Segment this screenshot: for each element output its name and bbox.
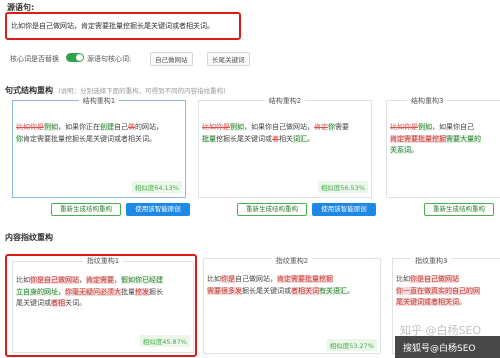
regenerate-structure-button[interactable]: 重新生成结构重构 (424, 203, 494, 216)
card-text: 比如你是例如，如果你自己 肯定需要批量挖掘需要大量的 关系词。 (390, 123, 481, 154)
use-smart-original-button[interactable]: 使用该智能原创 (312, 203, 376, 216)
fingerprint-section-title: 内容指纹重构 (5, 233, 53, 242)
similarity-label: 相似度53.27% (326, 339, 377, 351)
source-sentence: 比如你是自己做网站，肯定需要批量挖掘长尾关键词或者相关词。 (11, 22, 214, 30)
card-header: 结构重构3 (407, 97, 448, 105)
structure-card-1[interactable]: 结构重构1 比如你是例如，如果你正在创建自己做的网站， 你肯定需要批量挖掘长尾关… (12, 97, 186, 198)
card-header: 指纹重构2 (271, 257, 313, 265)
similarity-label: 相似度56.53% (317, 181, 368, 193)
card-text: 比如你是自己做网站，肯定需要批量挖掘 需要很多发掘长尾关键词或者相关词有关语汇。 (207, 275, 354, 295)
toggle-knob (76, 54, 83, 61)
syntax-section-header: 句式结构重构 (说明：分别选择下面的重构，可得到不同的内容指纹重构) (5, 78, 226, 97)
similarity-label: 相似度64.13% (131, 181, 182, 193)
card-text: 比如你是例如，如果你正在创建自己做的网站， 你肯定需要批量挖掘长尾关键词或者相关… (16, 123, 163, 143)
sohu-watermark-bar: 搜狐号@白杨SEO (395, 336, 500, 358)
structure-card-3[interactable]: 结构重构3 比如你是例如，如果你自己 肯定需要批量挖掘需要大量的 关系词。 (386, 97, 500, 198)
use-smart-original-button[interactable]: 使用该智能原创 (126, 203, 190, 216)
card-header: 结构重构1 (78, 97, 120, 105)
syntax-section-title: 句式结构重构 (5, 86, 53, 95)
card-text: 比如你是自己做网站 你一直在做真实的自己的网 尾关键词或者相关词。 (396, 275, 480, 306)
keyword-tag[interactable]: 长尾关键词 (207, 52, 250, 66)
card-header: 结构重构2 (264, 97, 306, 105)
replace-label: 核心词是否替换 (10, 55, 59, 63)
regenerate-structure-button[interactable]: 重新生成结构重构 (237, 203, 307, 216)
syntax-section-hint: (说明：分别选择下面的重构，可得到不同的内容指纹重构) (58, 87, 226, 95)
keyword-tag[interactable]: 自己做网站 (150, 52, 193, 66)
card-text: 比如你是例如，如果你自己做网站，肯定你需要 批量挖掘长尾关键词或者相关词汇。 (202, 123, 349, 143)
structure-card-2[interactable]: 结构重构2 比如你是例如，如果你自己做网站，肯定你需要 批量挖掘长尾关键词或者相… (198, 97, 372, 198)
regenerate-structure-button[interactable]: 重新生成结构重构 (51, 203, 121, 216)
sohu-watermark: 搜狐号@白杨SEO (403, 344, 476, 354)
fingerprint-highlight-frame (5, 254, 197, 357)
replace-toggle[interactable] (66, 53, 84, 62)
fingerprint-card-2[interactable]: 指纹重构2 比如你是自己做网站，肯定需要批量挖掘 需要很多发掘长尾关键词或者相关… (203, 257, 381, 354)
card-header: 指纹重构3 (411, 257, 452, 265)
source-keyword-label: 源语句核心词: (87, 55, 132, 63)
